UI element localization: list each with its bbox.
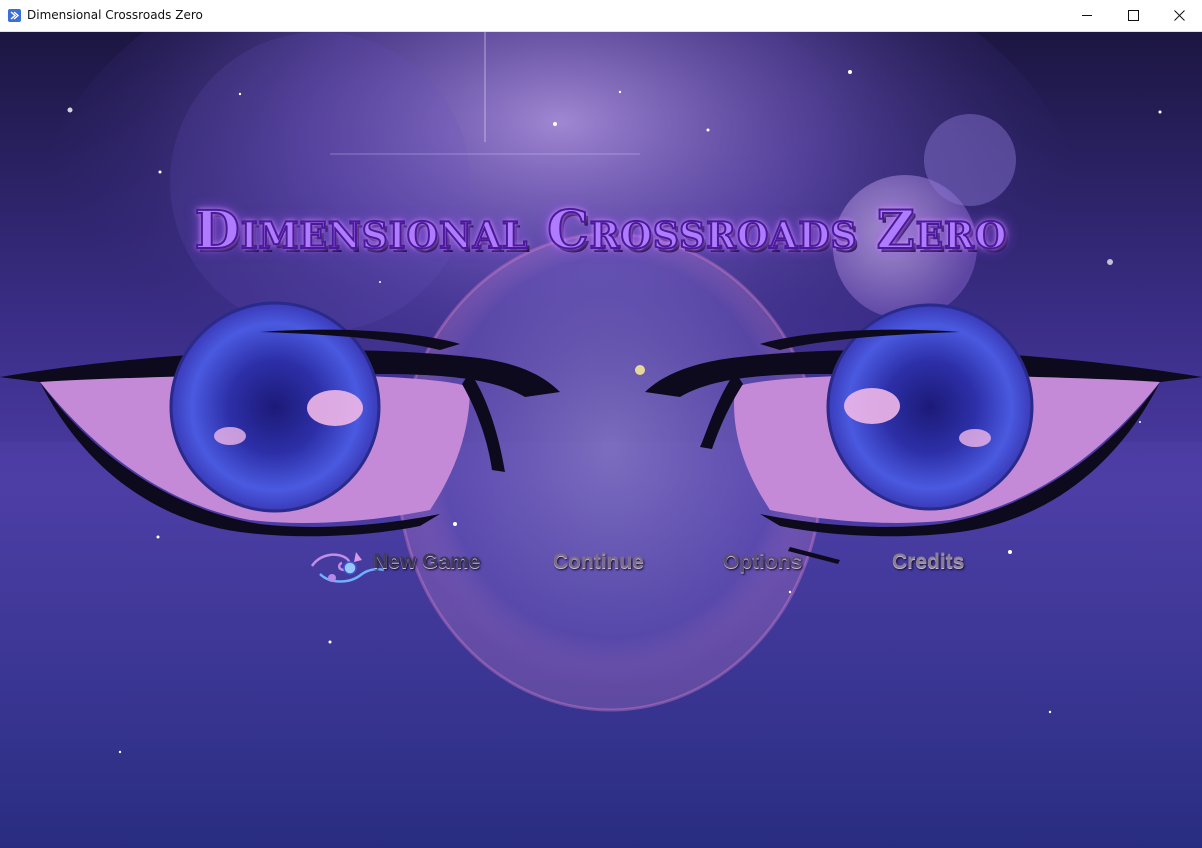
title-screen: Dimensional Crossroads Zero New Game Con… (0, 32, 1202, 848)
maximize-icon (1127, 10, 1139, 21)
window-title: Dimensional Crossroads Zero (27, 8, 203, 22)
menu-continue[interactable]: Continue (553, 550, 644, 574)
minimize-button[interactable] (1064, 0, 1110, 31)
background-art (0, 32, 1202, 848)
game-window: Dimensional Crossroads Zero Dimensional … (0, 0, 1202, 848)
maximize-button[interactable] (1110, 0, 1156, 31)
close-button[interactable] (1156, 0, 1202, 31)
close-icon (1173, 10, 1185, 21)
minimize-icon (1081, 15, 1092, 16)
game-title-logo: Dimensional Crossroads Zero (194, 199, 1008, 262)
menu-new-game[interactable]: New Game (373, 550, 480, 574)
main-menu: New Game Continue Options Credits (0, 550, 1202, 590)
title-bar[interactable]: Dimensional Crossroads Zero (0, 0, 1202, 32)
menu-options[interactable]: Options (723, 550, 802, 574)
menu-credits[interactable]: Credits (892, 550, 964, 574)
app-icon (8, 9, 21, 22)
